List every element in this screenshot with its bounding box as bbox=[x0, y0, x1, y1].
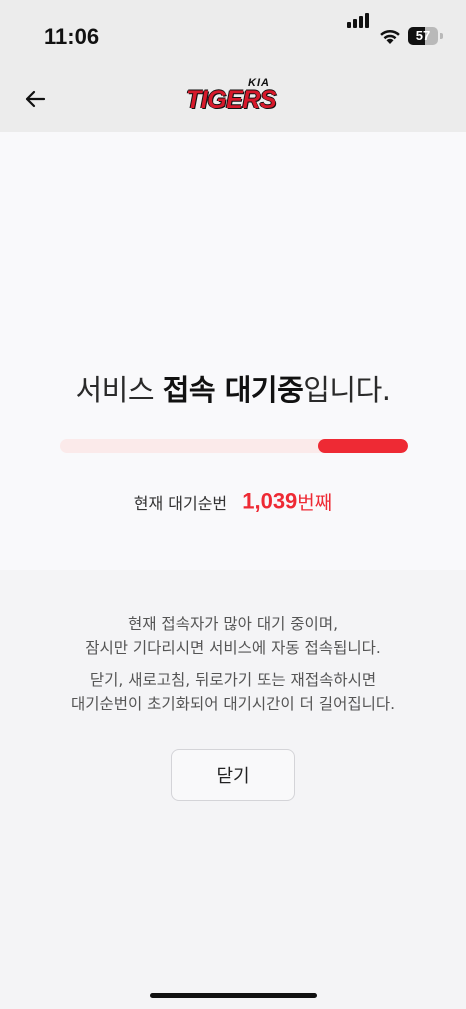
notice-line: 닫기, 새로고침, 뒤로가기 또는 재접속하시면 bbox=[89, 671, 377, 689]
title-prefix: 서비스 bbox=[75, 373, 163, 407]
notice-line: 잠시만 기다리시면 서비스에 자동 접속됩니다. bbox=[85, 639, 381, 657]
title-emphasis: 접속 대기중 bbox=[162, 373, 304, 407]
queue-position-unit: 번째 bbox=[297, 492, 333, 514]
notice-line: 대기순번이 초기화되어 대기시간이 더 길어집니다. bbox=[70, 695, 396, 713]
title-suffix: 입니다. bbox=[303, 373, 391, 407]
battery-icon: 57 bbox=[408, 27, 438, 45]
notice-line: 현재 접속자가 많아 대기 중이며, bbox=[127, 615, 339, 633]
close-button[interactable]: 닫기 bbox=[171, 749, 295, 801]
back-button[interactable] bbox=[20, 84, 50, 114]
tigers-logo: KIA TIGERS bbox=[184, 76, 284, 124]
arrow-left-icon bbox=[25, 90, 46, 108]
queue-progress-fill bbox=[317, 439, 408, 453]
status-bar: 11:06 57 bbox=[0, 0, 466, 70]
queue-position: 현재 대기순번 1,039번째 bbox=[0, 488, 466, 515]
queue-progress-bar bbox=[60, 439, 408, 453]
page-title: 서비스 접속 대기중입니다. bbox=[0, 367, 466, 409]
battery-level: 57 bbox=[415, 28, 431, 43]
wifi-icon bbox=[378, 27, 402, 49]
tigers-wordmark: TIGERS bbox=[186, 86, 277, 114]
battery-cap bbox=[440, 33, 443, 39]
queue-notice: 현재 접속자가 많아 대기 중이며, 잠시만 기다리시면 서비스에 자동 접속됩… bbox=[0, 612, 466, 716]
status-time: 11:06 bbox=[44, 24, 100, 49]
queue-position-label: 현재 대기순번 bbox=[133, 493, 228, 513]
home-indicator[interactable] bbox=[150, 993, 317, 998]
queue-position-number: 1,039 bbox=[242, 488, 298, 514]
app-header: KIA TIGERS bbox=[0, 70, 466, 132]
queue-panel: 서비스 접속 대기중입니다. 현재 대기순번 1,039번째 bbox=[0, 132, 466, 570]
